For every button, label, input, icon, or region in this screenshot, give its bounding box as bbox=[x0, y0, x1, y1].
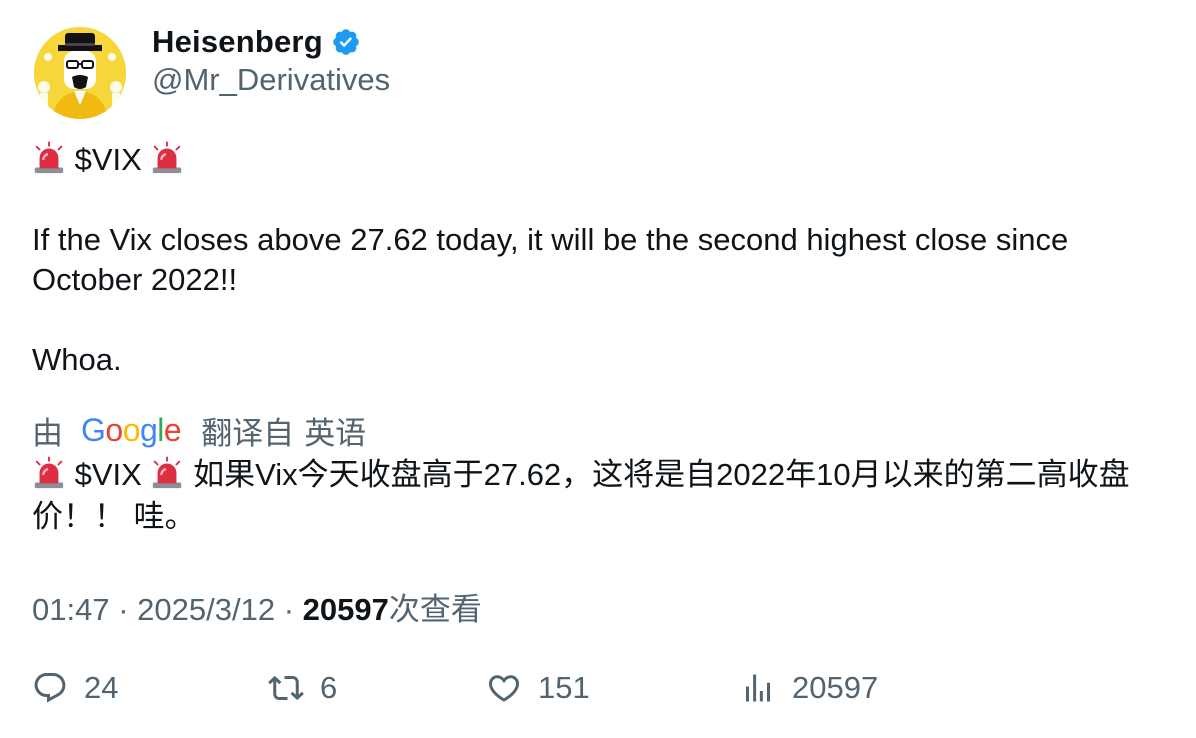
source-language: 英语 bbox=[304, 416, 367, 451]
like-button[interactable]: 151 bbox=[486, 670, 590, 706]
action-bar: 24 6 151 20597 bbox=[32, 670, 1172, 716]
meta-separator: · bbox=[283, 592, 295, 627]
google-logo-letter: G bbox=[81, 412, 106, 448]
tweet-meta: 01:47 · 2025/3/12 · 20597次查看 bbox=[32, 584, 482, 629]
avatar[interactable] bbox=[34, 27, 126, 119]
translated-ticker[interactable]: $VIX bbox=[75, 457, 142, 492]
translated-body: 如果Vix今天收盘高于27.62，这将是自2022年10月以来的第二高收盘价！！… bbox=[32, 457, 1130, 534]
heisenberg-avatar-icon bbox=[34, 27, 126, 119]
post-time[interactable]: 01:47 bbox=[32, 592, 110, 627]
police-light-icon bbox=[153, 456, 182, 489]
ticker-text[interactable]: $VIX bbox=[75, 142, 142, 177]
retweet-count: 6 bbox=[320, 670, 338, 705]
views-count: 20597 bbox=[302, 592, 389, 627]
heart-icon bbox=[488, 675, 520, 702]
views-action-count: 20597 bbox=[792, 670, 879, 705]
google-logo-letter: o bbox=[122, 412, 141, 448]
police-light-icon bbox=[153, 141, 182, 174]
tweet-paragraph: Whoa. bbox=[32, 342, 122, 377]
retweet-button[interactable]: 6 bbox=[268, 670, 337, 706]
translated-text: $VIX 如果Vix今天收盘高于27.62，这将是自2022年10月以来的第二高… bbox=[32, 454, 1162, 538]
google-logo-letter: e bbox=[163, 412, 182, 448]
verified-badge-icon[interactable] bbox=[331, 27, 361, 57]
reply-icon bbox=[34, 673, 66, 703]
police-light-icon bbox=[34, 456, 64, 489]
translation-attribution: 由 Google 翻译自 英语 bbox=[32, 408, 366, 453]
tweet-body: $VIX If the Vix closes above 27.62 today… bbox=[32, 140, 1152, 380]
like-count: 151 bbox=[538, 670, 590, 705]
author-block: Heisenberg @Mr_Derivatives bbox=[152, 24, 390, 98]
google-logo-letter: l bbox=[157, 412, 164, 448]
meta-separator: · bbox=[118, 592, 129, 627]
translated-from-label: 翻译自 bbox=[201, 416, 295, 451]
reply-button[interactable]: 24 bbox=[32, 670, 118, 706]
author-name[interactable]: Heisenberg bbox=[152, 24, 323, 60]
views-button[interactable]: 20597 bbox=[740, 670, 878, 706]
retweet-icon bbox=[268, 675, 304, 701]
author-handle[interactable]: @Mr_Derivatives bbox=[152, 62, 390, 98]
police-light-icon bbox=[34, 141, 64, 174]
google-logo-letter: o bbox=[105, 412, 123, 448]
google-logo[interactable]: Google bbox=[81, 412, 182, 449]
views-label: 次查看 bbox=[388, 592, 482, 627]
translated-by-label: 由 bbox=[32, 416, 63, 451]
google-logo-letter: g bbox=[139, 412, 158, 448]
ticker-line: $VIX bbox=[32, 140, 1152, 180]
bar-chart-icon bbox=[746, 674, 770, 702]
post-date[interactable]: 2025/3/12 bbox=[137, 592, 275, 627]
reply-count: 24 bbox=[84, 670, 119, 705]
tweet-paragraph: If the Vix closes above 27.62 today, it … bbox=[32, 222, 1069, 297]
